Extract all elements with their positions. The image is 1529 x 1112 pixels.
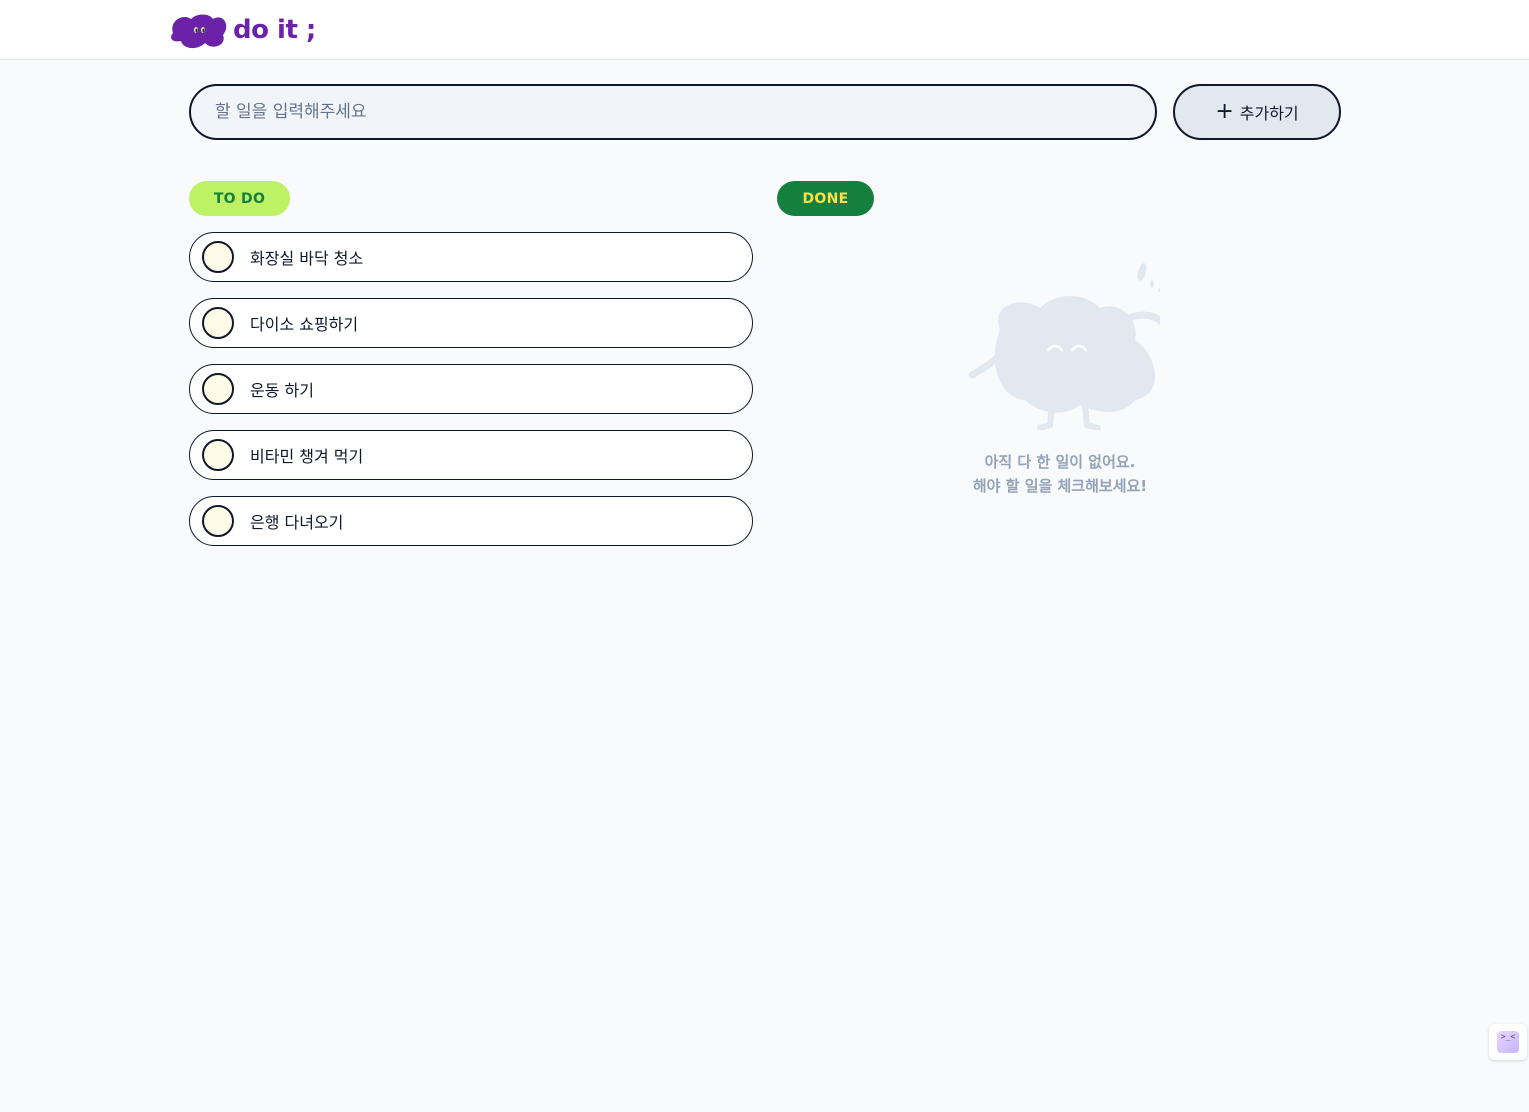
todo-checkbox[interactable] [202, 505, 234, 537]
new-todo-input[interactable] [191, 86, 1155, 138]
todo-item[interactable]: 화장실 바닥 청소 [189, 232, 753, 282]
todo-section-badge: TO DO [189, 181, 290, 216]
done-empty-message: 아직 다 한 일이 없어요. 해야 할 일을 체크해보세요! [940, 450, 1180, 498]
logo[interactable]: do it ; [167, 11, 316, 49]
todo-list: 화장실 바닥 청소 다이소 쇼핑하기 운동 하기 비타민 챙겨 먹기 은행 다녀… [189, 232, 753, 562]
todo-checkbox[interactable] [202, 307, 234, 339]
add-todo-button-label: 추가하기 [1239, 104, 1299, 123]
todo-item[interactable]: 운동 하기 [189, 364, 753, 414]
todo-item-text: 화장실 바닥 청소 [250, 249, 364, 268]
todo-item-text: 운동 하기 [250, 381, 314, 400]
done-section-badge: DONE [777, 181, 874, 216]
floating-helper-widget[interactable]: >_< [1489, 1024, 1527, 1060]
todo-item-text: 은행 다녀오기 [250, 513, 344, 532]
top-navigation-bar: do it ; [0, 0, 1529, 60]
logo-blob-icon [171, 14, 227, 49]
todo-item[interactable]: 비타민 챙겨 먹기 [189, 430, 753, 480]
sweating-blob-character-icon [968, 263, 1160, 430]
helper-face-icon: >_< [1497, 1031, 1519, 1053]
add-todo-button[interactable]: + 추가하기 [1173, 84, 1341, 140]
logo-text: do it ; [233, 15, 316, 45]
todo-item-text: 비타민 챙겨 먹기 [250, 447, 364, 466]
plus-icon: + [1215, 99, 1234, 124]
todo-item[interactable]: 은행 다녀오기 [189, 496, 753, 546]
todo-item-text: 다이소 쇼핑하기 [250, 315, 359, 334]
todo-checkbox[interactable] [202, 439, 234, 471]
todo-checkbox[interactable] [202, 241, 234, 273]
done-empty-line-1: 아직 다 한 일이 없어요. [984, 453, 1136, 471]
new-todo-field-wrapper [189, 84, 1157, 140]
todo-item[interactable]: 다이소 쇼핑하기 [189, 298, 753, 348]
done-empty-line-2: 해야 할 일을 체크해보세요! [972, 477, 1148, 495]
todo-checkbox[interactable] [202, 373, 234, 405]
done-empty-state: 아직 다 한 일이 없어요. 해야 할 일을 체크해보세요! [940, 260, 1180, 498]
